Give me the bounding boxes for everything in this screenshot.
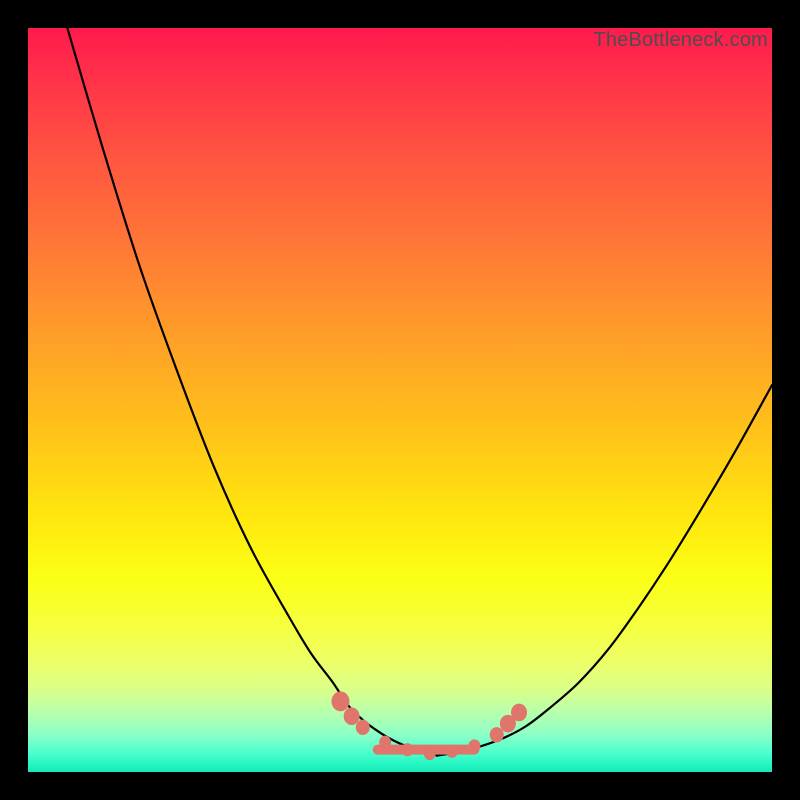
marker-dot [424, 747, 436, 760]
marker-dot [401, 743, 413, 756]
marker-dot [344, 707, 360, 725]
chart-svg [28, 28, 772, 772]
curve-right [437, 385, 772, 756]
marker-group [331, 691, 527, 760]
marker-dot [356, 720, 370, 735]
plot-area [28, 28, 772, 772]
marker-dot [379, 736, 391, 749]
marker-dot [511, 704, 527, 722]
curve-left [65, 28, 437, 756]
marker-dot [490, 727, 504, 742]
marker-dot [331, 691, 349, 711]
marker-dot [468, 739, 480, 752]
chart-frame: TheBottleneck.com [0, 0, 800, 800]
marker-dot [446, 745, 458, 758]
